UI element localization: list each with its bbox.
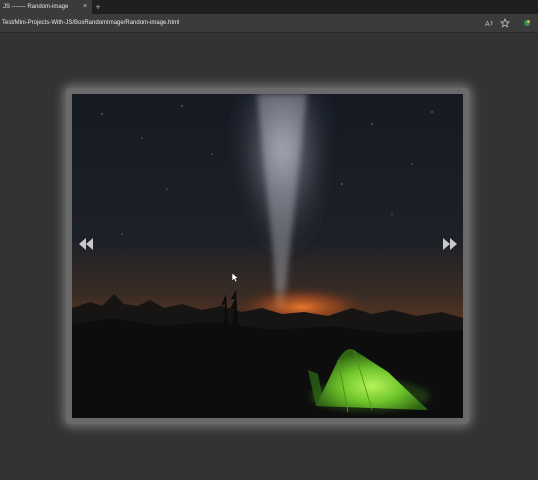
star-icon[interactable] (500, 17, 510, 28)
tab-title: JS ------- Random-image (3, 4, 69, 10)
double-chevron-left-icon (79, 238, 93, 250)
address-bar[interactable]: Test/Mini-Projects-With-JS/BoxRandomImag… (0, 14, 538, 33)
image-frame (66, 88, 469, 424)
mouse-cursor-icon (231, 270, 240, 283)
read-aloud-icon[interactable]: A (484, 18, 494, 28)
extension-icon[interactable] (522, 18, 532, 28)
next-arrow-button[interactable] (442, 237, 458, 251)
prev-arrow-button[interactable] (78, 237, 94, 251)
new-tab-button[interactable]: + (93, 0, 103, 14)
svg-text:A: A (485, 21, 490, 28)
tab-close-button[interactable]: × (80, 0, 90, 14)
tab-random-image[interactable]: JS ------- Random-image (0, 0, 92, 14)
url-text[interactable]: Test/Mini-Projects-With-JS/BoxRandomImag… (2, 17, 179, 29)
page-content (0, 33, 538, 480)
random-image (72, 94, 463, 418)
double-chevron-right-icon (443, 238, 457, 250)
browser-window: JS ------- Random-image × + Test/Mini-Pr… (0, 0, 538, 480)
tab-bar: JS ------- Random-image × + (0, 0, 538, 14)
